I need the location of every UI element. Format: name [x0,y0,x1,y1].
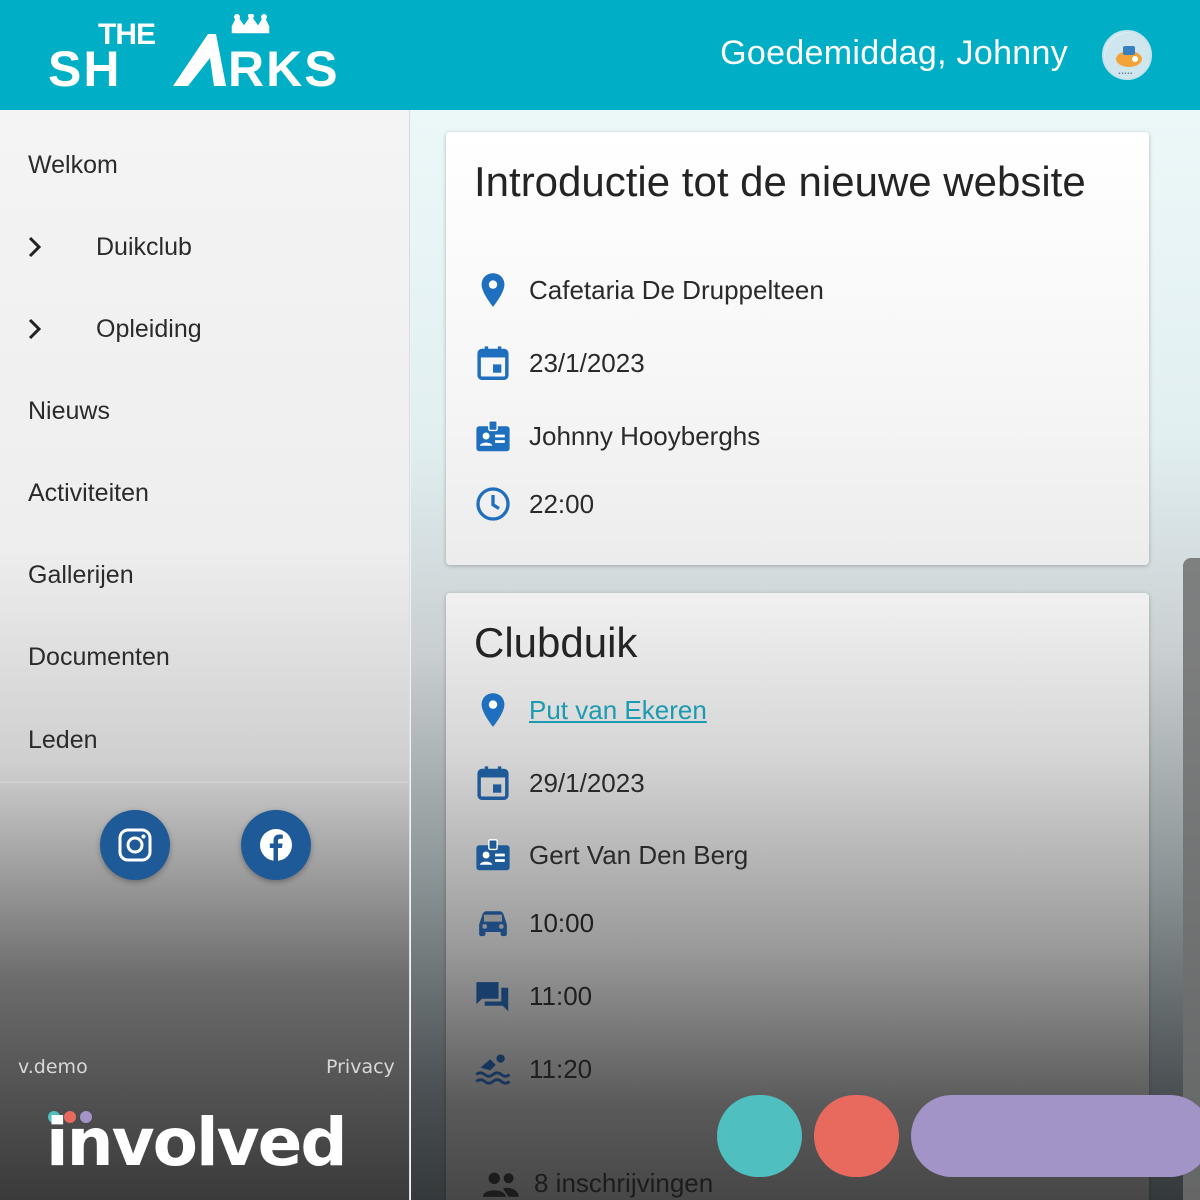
badge-icon [476,420,510,452]
version-label: v.demo [18,1056,88,1078]
event-location: Cafetaria De Druppelteen [529,274,824,305]
chevron-right-icon [28,318,42,340]
brand-blob-coral [814,1095,899,1177]
sidebar-item-nieuws[interactable]: Nieuws [0,370,410,452]
event-location-row: Cafetaria De Druppelteen [474,270,824,310]
facebook-button[interactable] [241,810,311,880]
brand-blob-lavender [911,1095,1200,1177]
event-date-row: 23/1/2023 [474,343,645,383]
sidebar-item-activiteiten[interactable]: Activiteiten [0,452,410,534]
event-organizer-row: Gert Van Den Berg [474,835,748,875]
sidebar-item-opleiding[interactable]: Opleiding [0,288,410,370]
sidebar-item-label: Documenten [28,642,170,671]
event-dive-time: 11:20 [529,1053,593,1084]
location-pin-icon [481,273,505,307]
registrations-count: 8 inschrijvingen [534,1168,714,1198]
event-organizer: Johnny Hooyberghs [529,420,761,451]
chat-icon [476,982,509,1012]
event-title: Clubduik [474,619,638,666]
event-registrations: 8 inschrijvingen [480,1168,713,1199]
calendar-icon [477,346,509,380]
sidebar-item-leden[interactable]: Leden [0,699,410,781]
sidebar-nav: Welkom Duikclub Opleiding Nieuws Activit… [0,110,410,1200]
badge-icon [476,839,510,871]
event-location-row: Put van Ekeren [474,690,707,730]
user-avatar[interactable]: ••••• [1102,30,1152,80]
car-icon [479,911,507,937]
svg-text:RKS: RKS [228,41,340,94]
sidebar-item-duikclub[interactable]: Duikclub [0,206,410,288]
privacy-link[interactable]: Privacy [326,1056,395,1078]
sidebar-item-label: Welkom [28,150,118,179]
event-departure-row: 10:00 [474,903,594,943]
main-content: Introductie tot de nieuwe website Cafeta… [411,110,1200,1200]
sidebar-item-welkom[interactable]: Welkom [0,124,410,206]
people-icon [482,1172,519,1197]
calendar-icon [477,766,509,800]
location-pin-icon [481,693,505,727]
sidebar-item-label: Gallerijen [28,560,134,589]
instagram-icon [118,828,152,862]
sidebar-item-documenten[interactable]: Documenten [0,616,410,698]
sidebar-item-label: Opleiding [96,314,202,343]
sidebar-item-label: Duikclub [96,232,192,261]
event-date-row: 29/1/2023 [474,763,645,803]
the-sharks-logo[interactable]: THE SH RKS [48,14,393,94]
clock-icon [476,487,510,521]
sidebar-item-label: Activiteiten [28,478,149,507]
event-location-link[interactable]: Put van Ekeren [529,695,707,726]
swimming-icon [475,1054,511,1085]
event-briefing-time: 11:00 [529,980,593,1011]
chevron-right-icon [28,236,42,258]
event-title: Introductie tot de nieuwe website [474,158,1086,205]
event-dive-row: 11:20 [474,1049,592,1089]
event-departure-time: 10:00 [529,907,595,938]
brand-blob-teal [717,1095,802,1177]
event-date: 23/1/2023 [529,347,645,378]
event-organizer: Gert Van Den Berg [529,839,749,870]
event-briefing-row: 11:00 [474,976,592,1016]
greeting-text: Goedemiddag, Johnny [720,34,1068,72]
event-time-row: 22:00 [474,484,594,524]
event-card[interactable]: Introductie tot de nieuwe website Cafeta… [446,132,1149,565]
app-header: THE SH RKS Goedemiddag, Johnny ••••• [0,0,1200,110]
svg-text:SH: SH [48,41,121,94]
event-organizer-row: Johnny Hooyberghs [474,416,760,456]
event-date: 29/1/2023 [529,767,645,798]
svg-text:•••••: ••••• [1118,71,1133,77]
avatar-icon: ••••• [1105,33,1150,78]
event-time: 22:00 [529,488,595,519]
facebook-icon [260,829,292,861]
sidebar-divider [0,781,410,783]
sidebar-item-label: Leden [28,725,98,754]
instagram-button[interactable] [100,810,170,880]
involved-logo: involved [46,1104,348,1181]
sidebar-item-gallerijen[interactable]: Gallerijen [0,534,410,616]
sidebar-item-label: Nieuws [28,396,110,425]
